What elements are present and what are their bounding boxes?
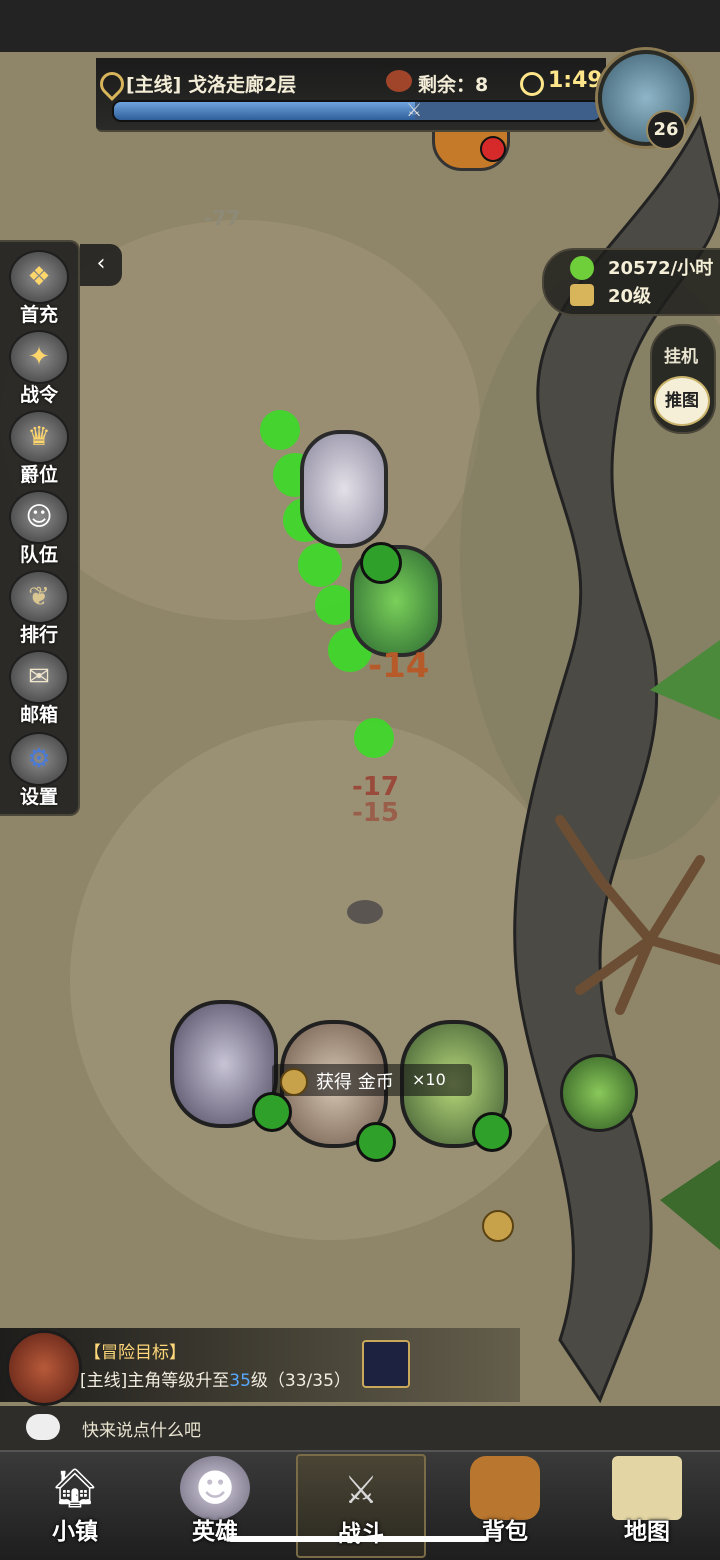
hero-portrait-icon: ☻	[180, 1456, 250, 1520]
side-item-label: 邮箱	[19, 704, 58, 726]
damage-number: -15	[352, 798, 399, 828]
envelope-icon: ✉	[9, 650, 69, 704]
backpack-icon	[470, 1456, 540, 1520]
nav-label: 地图	[624, 1519, 670, 1545]
side-item-team[interactable]: ☺ 队伍	[4, 490, 74, 568]
chevron-left-icon: ‹	[96, 251, 106, 276]
skill-orb-icon	[356, 1122, 396, 1162]
goal-title: 【冒险目标】	[84, 1343, 186, 1363]
income-rate: 20572/小时	[608, 258, 714, 279]
nav-battle[interactable]: ⚔ 战斗	[296, 1454, 426, 1558]
income-level: 20级	[608, 286, 652, 307]
clock-icon	[520, 72, 544, 96]
crossed-swords-icon: ⚔	[343, 1468, 379, 1512]
collapse-menu-button[interactable]: ‹	[80, 244, 122, 286]
side-item-label: 排行	[19, 624, 58, 646]
goal-book-icon[interactable]	[6, 1330, 82, 1406]
side-item-rank-title[interactable]: ♛ 爵位	[4, 410, 74, 488]
loot-text: 获得 金币	[316, 1072, 394, 1093]
sword-marker-icon: ⚔	[406, 100, 423, 121]
side-item-label: 首充	[19, 304, 58, 326]
goal-desc-suffix: 级（33/35）	[250, 1371, 351, 1391]
side-item-leaderboard[interactable]: ❦ 排行	[4, 570, 74, 648]
side-item-label: 战令	[19, 384, 58, 406]
skill-orb-icon	[360, 542, 402, 584]
side-item-mailbox[interactable]: ✉ 邮箱	[4, 650, 74, 728]
stage-progress-fill	[114, 102, 416, 120]
house-icon: 🏠︎	[50, 1465, 100, 1510]
home-indicator[interactable]	[228, 1536, 488, 1542]
armor-icon	[570, 284, 594, 306]
gold-coin-icon[interactable]	[482, 1210, 514, 1242]
laurel-icon: ❦	[9, 570, 69, 624]
stage-progress-bar	[112, 100, 602, 122]
side-item-battle-pass[interactable]: ✦ 战令	[4, 330, 74, 408]
loot-count: ×10	[412, 1070, 446, 1089]
enemy-lizard-token[interactable]	[560, 1054, 638, 1132]
side-menu: ❖ 首充 ✦ 战令 ♛ 爵位 ☺ 队伍 ❦ 排行 ✉ 邮箱 ⚙ 设置	[0, 240, 80, 816]
damage-number: -14	[368, 646, 430, 686]
gear-icon: ⚙	[9, 732, 69, 786]
side-item-label: 爵位	[19, 464, 58, 486]
hero-token-silver-hair[interactable]	[300, 430, 388, 548]
mode-push-button[interactable]: 推图	[654, 376, 710, 426]
goal-reward-item-icon[interactable]	[362, 1340, 410, 1388]
side-item-label: 队伍	[19, 544, 58, 566]
green-essence-icon	[570, 256, 594, 280]
goal-target-level: 35	[229, 1371, 251, 1391]
goal-desc-prefix: [主线]主角等级升至	[80, 1371, 230, 1391]
skill-orb-icon	[252, 1092, 292, 1132]
stage-title: [主线] 戈洛走廊2层	[126, 74, 297, 96]
scroll-map-icon	[612, 1456, 682, 1520]
demon-head-icon	[386, 70, 412, 92]
mode-idle-button[interactable]: 挂机	[664, 342, 698, 367]
skill-orb-icon	[472, 1112, 512, 1152]
crest-icon: ✦	[9, 330, 69, 384]
treasure-chest-icon: ❖	[9, 250, 69, 304]
player-level-badge: 26	[646, 110, 686, 150]
nav-town[interactable]: 🏠︎ 小镇	[10, 1454, 140, 1554]
gold-coin-icon	[280, 1068, 308, 1096]
nav-map[interactable]: 地图	[582, 1454, 712, 1554]
side-item-first-recharge[interactable]: ❖ 首充	[4, 250, 74, 328]
nav-label: 战斗	[338, 1521, 384, 1547]
side-item-label: 设置	[19, 786, 58, 808]
side-item-settings[interactable]: ⚙ 设置	[4, 732, 74, 810]
chat-input-placeholder[interactable]: 快来说点什么吧	[82, 1416, 201, 1441]
chat-bubble-icon	[26, 1414, 60, 1440]
goal-description: [主线]主角等级升至35级（33/35）	[80, 1366, 351, 1391]
stage-timer: 1:49	[548, 68, 603, 93]
enemy-alert-icon	[480, 136, 506, 162]
crown-icon: ♛	[9, 410, 69, 464]
team-faces-icon: ☺	[9, 490, 69, 544]
enemies-remaining: 剩余：8	[418, 74, 489, 96]
nav-label: 小镇	[52, 1519, 98, 1545]
damage-number: -77	[204, 206, 241, 230]
status-bar	[0, 0, 720, 52]
